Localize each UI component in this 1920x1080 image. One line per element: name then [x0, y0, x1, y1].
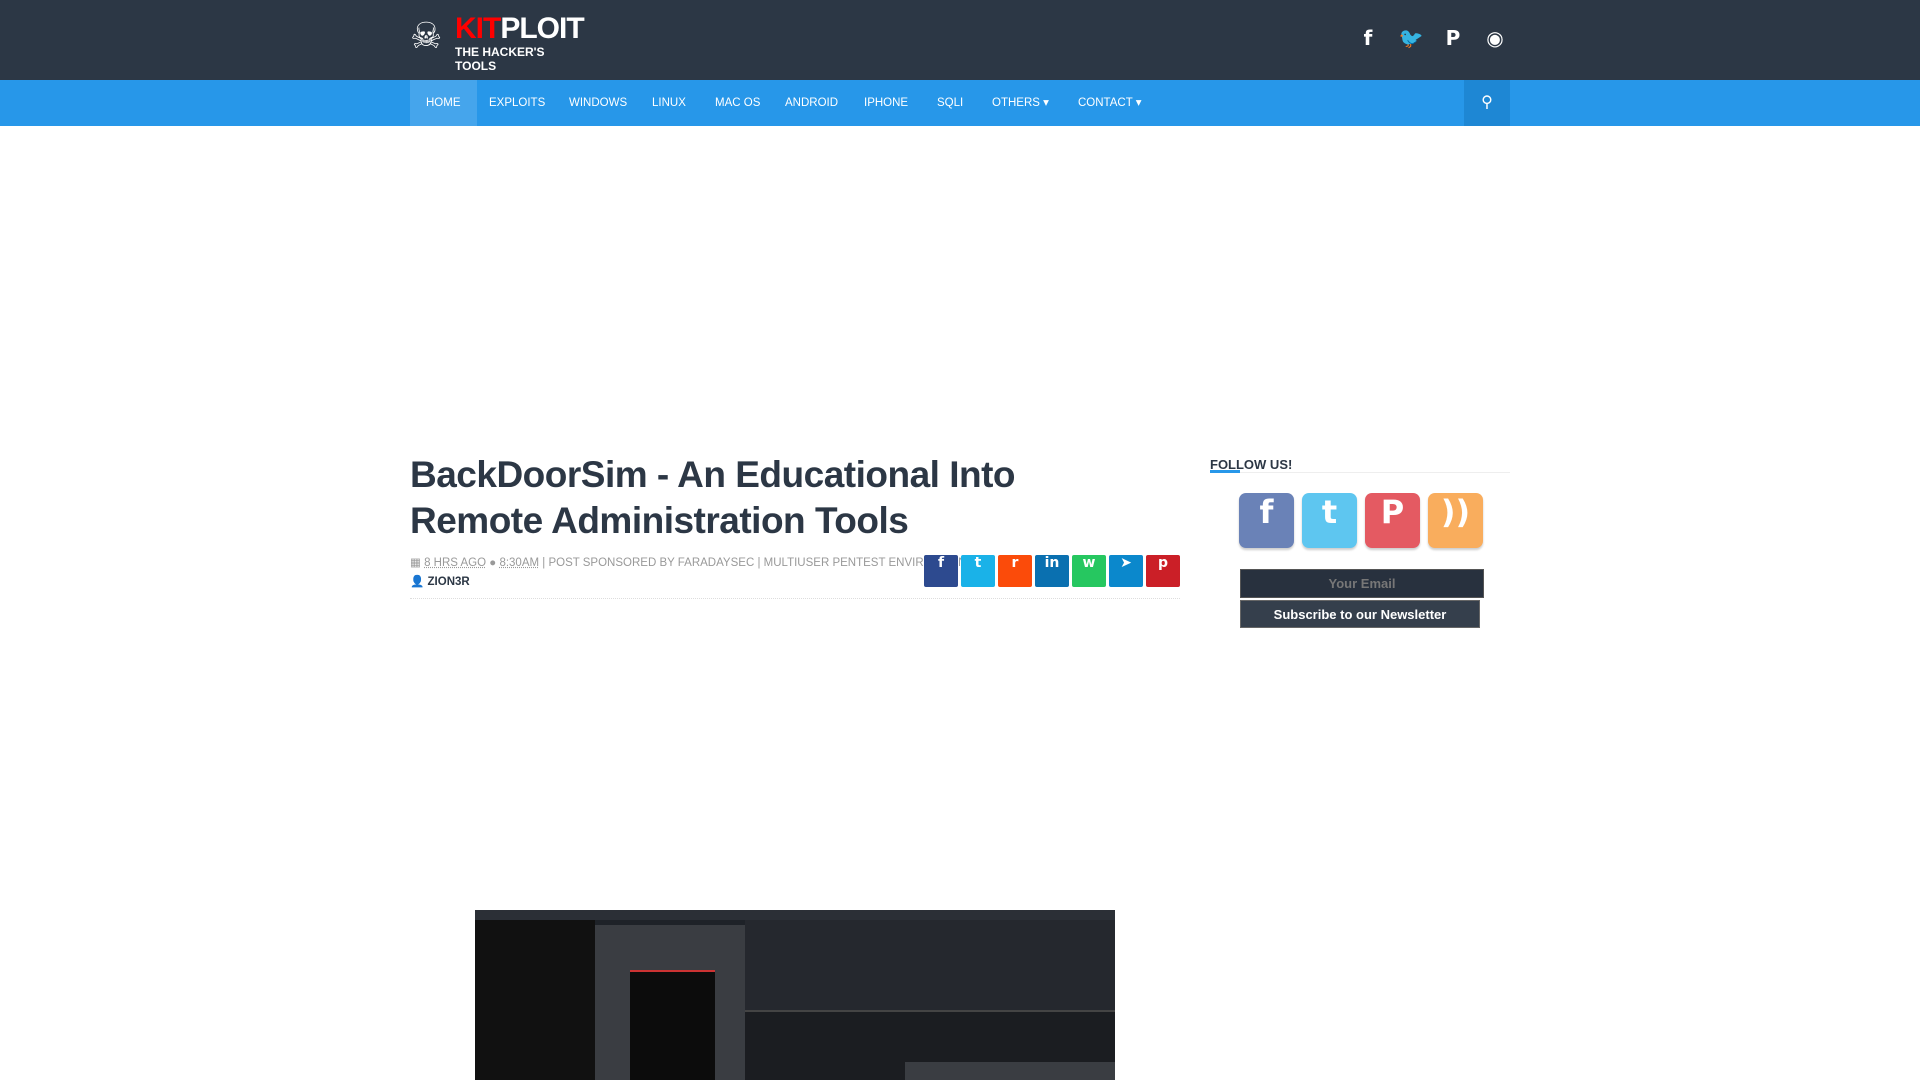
main-nav: HOME EXPLOITS WINDOWS LINUX MAC OS ANDRO…: [0, 80, 1920, 126]
newsletter-email-input[interactable]: [1240, 569, 1484, 598]
calendar-icon: ▦: [410, 557, 421, 569]
rss-icon[interactable]: ◉: [1482, 26, 1508, 52]
nav-home[interactable]: HOME: [410, 80, 477, 126]
share-pinterest-button[interactable]: p: [1146, 555, 1180, 587]
divider: [410, 598, 1180, 599]
nav-others[interactable]: OTHERS ▾: [976, 80, 1065, 126]
clock-icon: ●: [489, 557, 497, 569]
post-title: BackDoorSim - An Educational Into Remote…: [410, 454, 1016, 541]
follow-twitter-icon[interactable]: t: [1302, 493, 1357, 548]
twitter-icon[interactable]: 🐦: [1398, 26, 1424, 52]
pinterest-icon[interactable]: P: [1440, 26, 1466, 52]
nav-android[interactable]: ANDROID: [769, 80, 854, 126]
site-header: ☠ KITPLOIT THE HACKER'S TOOLS f 🐦 P ◉: [0, 0, 1920, 80]
site-logo[interactable]: ☠ KITPLOIT THE HACKER'S TOOLS: [410, 12, 585, 73]
title-accent: [1210, 470, 1240, 473]
follow-pinterest-icon[interactable]: P: [1365, 493, 1420, 548]
post-time: 8:30AM: [499, 557, 540, 569]
share-linkedin-button[interactable]: in: [1035, 555, 1069, 587]
share-reddit-button[interactable]: r: [998, 555, 1032, 587]
share-twitter-button[interactable]: t: [961, 555, 995, 587]
nav-linux[interactable]: LINUX: [636, 80, 702, 126]
search-icon: ⚲: [1481, 94, 1493, 111]
nav-sqli[interactable]: SQLI: [921, 80, 979, 126]
nav-windows[interactable]: WINDOWS: [553, 80, 643, 126]
post-time-ago: 8 HRS AGO: [424, 557, 487, 569]
subscribe-button[interactable]: Subscribe to our Newsletter: [1240, 600, 1480, 628]
divider: [1210, 472, 1510, 473]
follow-facebook-icon[interactable]: f: [1239, 493, 1294, 548]
share-whatsapp-button[interactable]: w: [1072, 555, 1106, 587]
facebook-icon[interactable]: f: [1355, 26, 1381, 52]
share-facebook-button[interactable]: f: [924, 555, 958, 587]
post-meta: ▦ 8 HRS AGO ● 8:30AM | POST SPONSORED BY…: [410, 557, 974, 569]
follow-rss-icon[interactable]: )): [1428, 493, 1483, 548]
post-author[interactable]: 👤 ZION3R: [410, 574, 470, 588]
sponsor-link[interactable]: POST SPONSORED BY FARADAYSEC: [548, 557, 754, 569]
nav-contact[interactable]: CONTACT ▾: [1062, 80, 1158, 126]
post-screenshot-image[interactable]: [475, 910, 1115, 1080]
search-button[interactable]: ⚲: [1464, 80, 1510, 126]
user-icon: 👤: [410, 576, 425, 588]
nav-exploits[interactable]: EXPLOITS: [473, 80, 561, 126]
nav-macos[interactable]: MAC OS: [699, 80, 776, 126]
skull-icon: ☠: [410, 16, 443, 57]
share-telegram-button[interactable]: ➤: [1109, 555, 1143, 587]
logo-tagline: THE HACKER'S TOOLS: [455, 45, 545, 73]
nav-iphone[interactable]: IPHONE: [848, 80, 924, 126]
